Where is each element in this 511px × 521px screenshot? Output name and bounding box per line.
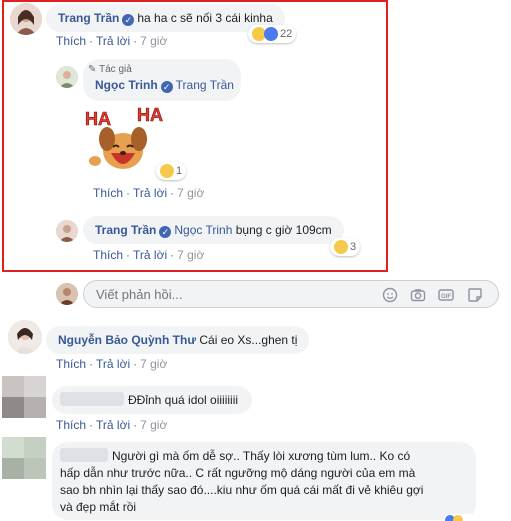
author-badge-label: Tác giả	[99, 64, 132, 75]
timestamp[interactable]: 7 giờ	[177, 186, 204, 200]
svg-text:GIF: GIF	[441, 294, 451, 300]
tagged-user[interactable]: Ngọc Trinh	[174, 223, 232, 237]
timestamp[interactable]: 7 giờ	[140, 418, 167, 432]
reply-link[interactable]: Trả lời	[133, 186, 167, 200]
avatar[interactable]	[10, 3, 42, 35]
reaction-summary[interactable]: 22	[248, 25, 297, 43]
comment-bubble: Nguyễn Bảo Quỳnh Thư Cái eo Xs...ghen tị	[46, 326, 310, 354]
comment-actions: Thích · Trả lời · 7 giờ	[56, 418, 168, 432]
like-link[interactable]: Thích	[56, 357, 86, 371]
like-link[interactable]: Thích	[93, 186, 123, 200]
avatar[interactable]	[56, 66, 78, 88]
comment-text: bụng c giờ 109cm	[235, 223, 332, 237]
timestamp[interactable]: 7 giờ	[140, 34, 167, 48]
avatar[interactable]	[56, 220, 78, 242]
comment-text: ha ha c sẽ nối 3 cái kinha	[137, 11, 273, 25]
comment-text: ĐĐỉnh quá idol oiiiiiiii	[128, 393, 239, 407]
haha-icon	[334, 240, 348, 254]
comment-actions: Thích · Trả lời · 7 giờ	[93, 248, 205, 262]
comment-text-line: hấp dẫn như trước nữa.. C rất ngưỡng mộ …	[60, 466, 416, 480]
comment-bubble: Trang Trần ✓ Ngọc Trinh bụng c giờ 109cm	[83, 216, 344, 244]
author-name[interactable]: Ngọc Trinh	[95, 78, 158, 92]
comment-actions: Thích · Trả lời · 7 giờ	[56, 357, 168, 371]
haha-icon	[160, 164, 174, 178]
comment-actions: Thích · Trả lời · 7 giờ	[93, 186, 205, 200]
reaction-summary[interactable]: 1	[156, 162, 187, 180]
comment-actions: Thích · Trả lời · 7 giờ	[56, 34, 168, 48]
comment-bubble: Người gì mà ốm dễ sợ.. Thấy lòi xương tù…	[52, 442, 476, 520]
reply-link[interactable]: Trả lời	[96, 418, 130, 432]
svg-text:HA: HA	[137, 105, 163, 125]
reply-input[interactable]	[96, 287, 376, 302]
comment-text-line: Người gì mà ốm dễ sợ.. Thấy lòi xương tù…	[112, 449, 411, 463]
reaction-count: 22	[280, 28, 293, 40]
gif-icon[interactable]: GIF	[438, 287, 454, 303]
reply-link[interactable]: Trả lời	[96, 357, 130, 371]
reply-input-container[interactable]: GIF	[83, 280, 499, 308]
blurred-avatar	[2, 376, 46, 418]
avatar[interactable]	[8, 320, 42, 354]
reaction-summary[interactable]: 3	[330, 238, 361, 256]
like-link[interactable]: Thích	[56, 34, 86, 48]
reaction-count: 3	[350, 241, 357, 253]
svg-text:HA: HA	[85, 109, 111, 129]
camera-icon[interactable]	[410, 287, 426, 303]
verified-icon: ✓	[122, 14, 135, 26]
reply-link[interactable]: Trả lời	[133, 248, 167, 262]
comment-text-line: và đẹp mắt rồi	[60, 500, 137, 514]
blurred-name	[60, 448, 108, 462]
timestamp[interactable]: 7 giờ	[177, 248, 204, 262]
reply-link[interactable]: Trả lời	[96, 34, 130, 48]
like-link[interactable]: Thích	[93, 248, 123, 262]
verified-icon: ✓	[160, 81, 173, 93]
like-icon	[264, 27, 278, 41]
author-name[interactable]: Trang Trần	[58, 11, 119, 25]
haha-dog-sticker: HA HA	[83, 103, 165, 179]
like-link[interactable]: Thích	[56, 418, 86, 432]
author-name[interactable]: Trang Trần	[95, 223, 156, 237]
reaction-count: 1	[176, 165, 183, 177]
emoji-icon[interactable]	[382, 287, 398, 303]
current-user-avatar[interactable]	[56, 283, 78, 305]
timestamp[interactable]: 7 giờ	[140, 357, 167, 371]
author-badge: ✎ Tác giả	[88, 64, 132, 75]
comment-text-line: sao bh nhìn lại thấy sao đó....kiu như ố…	[60, 483, 424, 497]
comment-bubble: ĐĐỉnh quá idol oiiiiiiii	[52, 386, 252, 414]
blurred-avatar	[2, 437, 46, 479]
verified-icon: ✓	[159, 226, 172, 238]
tagged-user[interactable]: Trang Trần	[176, 78, 234, 92]
reaction-summary-partial	[444, 512, 484, 521]
pencil-icon: ✎	[88, 64, 97, 75]
comment-text: Cái eo Xs...ghen tị	[199, 333, 298, 347]
blurred-name	[60, 392, 124, 406]
sticker-icon[interactable]	[467, 287, 483, 303]
author-name[interactable]: Nguyễn Bảo Quỳnh Thư	[58, 333, 196, 347]
